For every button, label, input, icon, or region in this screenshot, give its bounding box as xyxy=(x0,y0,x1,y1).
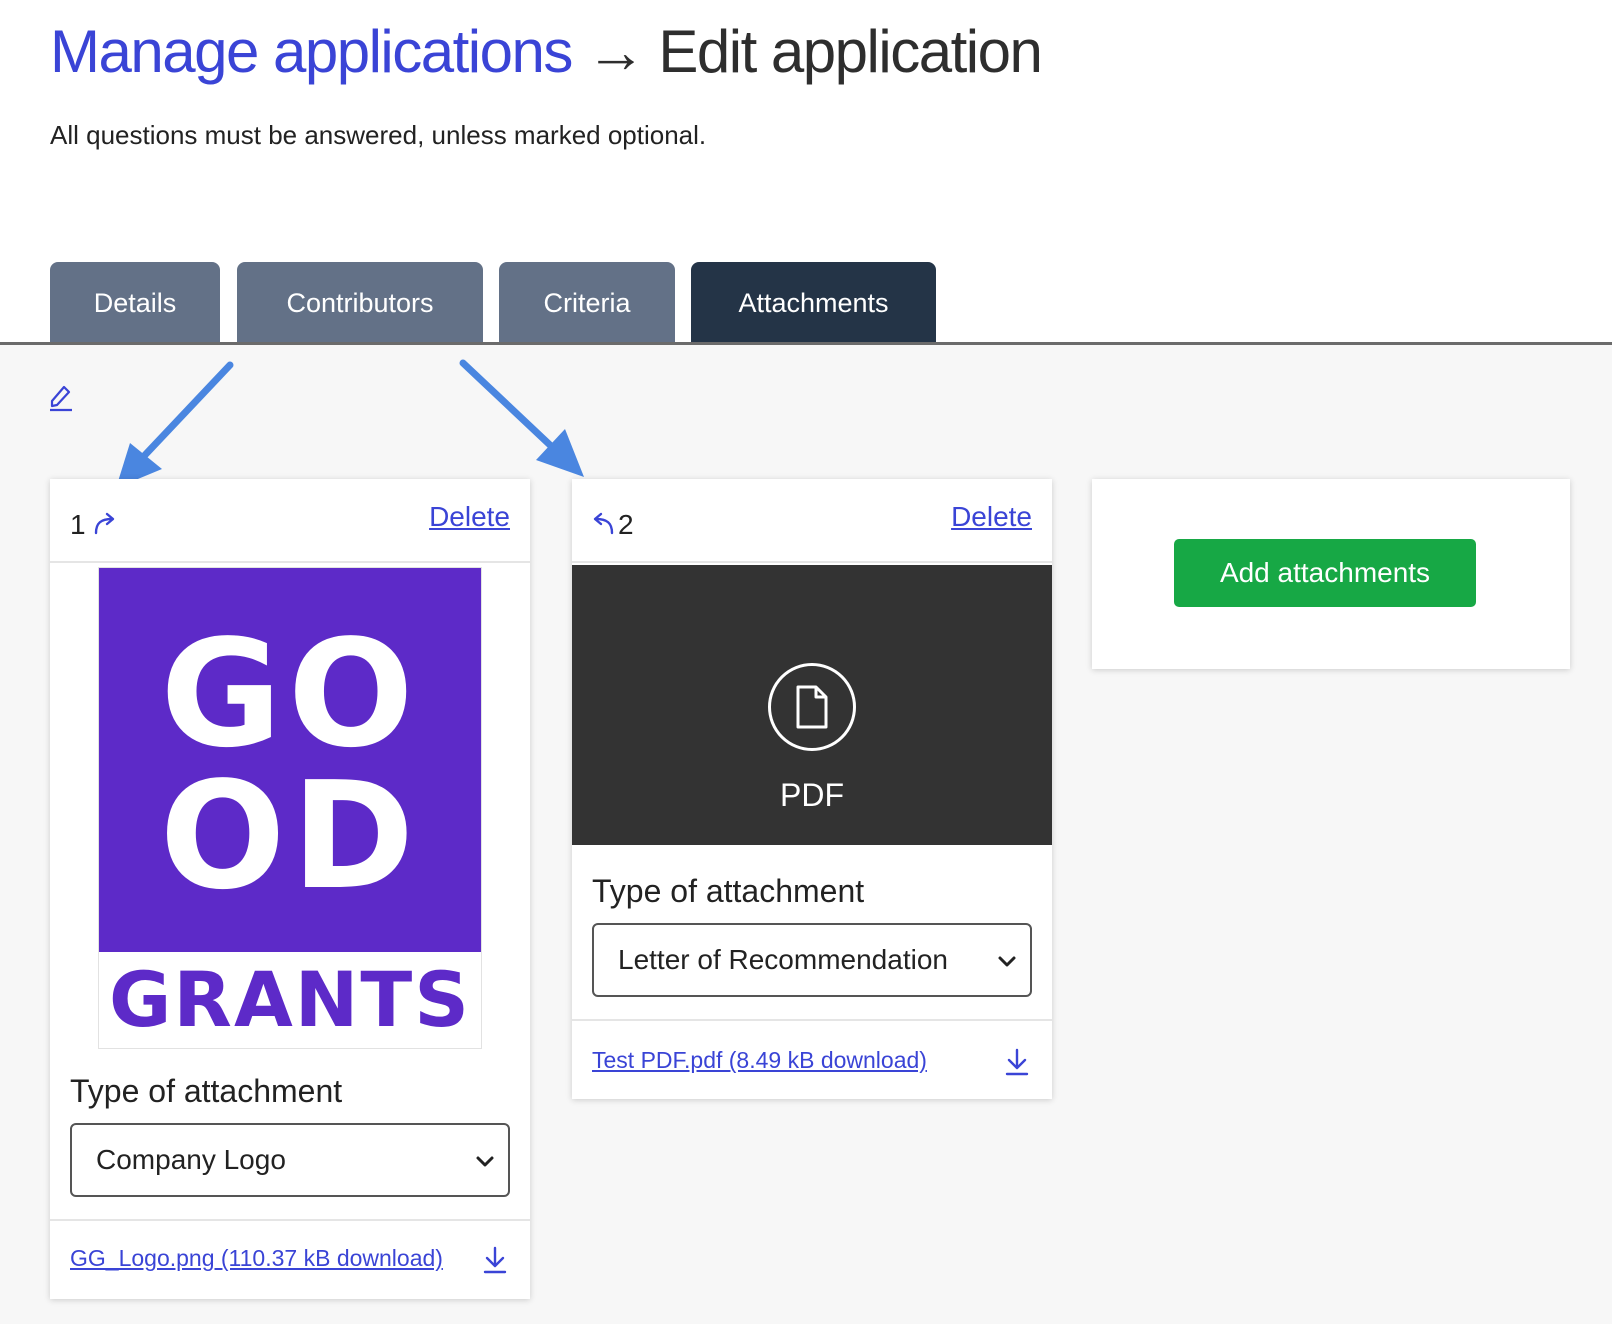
attachment-card-header: 2 Delete xyxy=(572,479,1052,563)
intro-text: All questions must be answered, unless m… xyxy=(50,120,707,150)
move-left-arrow-icon[interactable] xyxy=(590,511,616,537)
attachment-number: 1 xyxy=(70,509,86,540)
add-attachments-panel: Add attachments xyxy=(1092,479,1570,669)
attachment-number: 2 xyxy=(618,509,634,540)
logo-background: GO OD xyxy=(99,568,481,952)
breadcrumb-separator: → xyxy=(585,18,646,85)
pdf-icon-circle xyxy=(768,663,856,751)
attachment-file-link[interactable]: GG_Logo.png (110.37 kB download) xyxy=(70,1245,443,1272)
tab-bar: Details Contributors Criteria Attachment… xyxy=(0,262,1612,344)
delete-attachment-1-link[interactable]: Delete xyxy=(429,501,510,533)
pencil-icon[interactable] xyxy=(48,382,74,412)
attachment-card-2: 2 Delete PDF Type of attachment Letter o… xyxy=(572,479,1052,1099)
page-title: Manage applications → Edit application xyxy=(50,14,1043,90)
tab-details[interactable]: Details xyxy=(50,262,220,344)
attachment-type-selected-value: Letter of Recommendation xyxy=(618,944,948,975)
attachment-image-preview: GO OD GRANTS xyxy=(98,567,482,1049)
tab-criteria[interactable]: Criteria xyxy=(499,262,675,344)
chevron-down-icon xyxy=(476,1156,494,1167)
chevron-down-icon xyxy=(998,956,1016,967)
logo-text-line-2: OD xyxy=(159,750,421,922)
attachment-card-1: 1 Delete GO OD GRANTS Type of attachment… xyxy=(50,479,530,1299)
card-footer-divider xyxy=(572,1019,1052,1021)
file-icon xyxy=(796,685,828,729)
logo-text-grants: GRANTS xyxy=(109,955,471,1044)
breadcrumb-current: Edit application xyxy=(658,18,1042,85)
download-icon[interactable] xyxy=(482,1246,508,1274)
delete-attachment-2-link[interactable]: Delete xyxy=(951,501,1032,533)
attachment-type-selected-value: Company Logo xyxy=(96,1144,286,1175)
move-right-arrow-icon[interactable] xyxy=(92,511,118,537)
attachment-type-select[interactable]: Company Logo xyxy=(70,1123,510,1197)
pdf-label: PDF xyxy=(780,777,844,813)
type-of-attachment-label: Type of attachment xyxy=(592,873,865,909)
attachment-pdf-preview: PDF xyxy=(572,565,1052,845)
tab-attachments[interactable]: Attachments xyxy=(691,262,936,344)
add-attachments-button[interactable]: Add attachments xyxy=(1174,539,1476,607)
attachment-card-header: 1 Delete xyxy=(50,479,530,563)
attachment-file-link[interactable]: Test PDF.pdf (8.49 kB download) xyxy=(592,1047,927,1074)
tab-contributors[interactable]: Contributors xyxy=(237,262,483,344)
type-of-attachment-label: Type of attachment xyxy=(70,1073,343,1109)
download-icon[interactable] xyxy=(1004,1048,1030,1076)
breadcrumb-manage-applications[interactable]: Manage applications xyxy=(50,18,573,85)
attachment-type-select[interactable]: Letter of Recommendation xyxy=(592,923,1032,997)
card-footer-divider xyxy=(50,1219,530,1221)
